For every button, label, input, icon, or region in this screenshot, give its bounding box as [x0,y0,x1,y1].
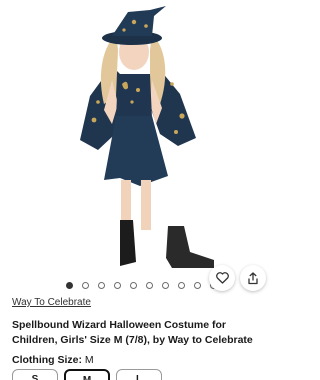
heart-icon [215,272,229,284]
cape-star [179,113,185,119]
carousel-dot[interactable] [98,281,105,289]
cape-star [91,117,97,123]
bodice [116,74,152,118]
hat-cone [112,6,166,36]
bodice-star [136,88,140,92]
bodice-star [130,100,134,104]
size-label: Clothing Size: [12,354,82,366]
size-option-row: Clothing Size: M [12,354,94,366]
size-option-l[interactable]: L [116,369,162,380]
carousel-dot[interactable] [114,281,121,289]
carousel-dot[interactable] [162,281,169,289]
share-icon [248,271,258,284]
hat-star [144,24,148,28]
carousel-dot[interactable] [82,281,89,289]
share-button[interactable] [240,265,266,291]
product-image[interactable] [0,0,285,272]
hat-star [122,28,126,32]
cape-star [174,130,178,134]
product-title: Spellbound Wizard Halloween Costume for … [12,319,253,346]
leg-right [141,180,151,230]
costume-illustration [80,6,214,268]
size-selector: S M L [12,369,162,380]
boot-right [166,226,214,268]
cape-star [170,82,174,86]
size-option-m[interactable]: M [64,369,110,380]
favorite-button[interactable] [209,265,235,291]
brand-link[interactable]: Way To Celebrate [12,297,91,308]
boot-left [120,220,136,266]
cape-star [96,100,100,104]
carousel-dot[interactable] [194,281,201,289]
carousel-dot[interactable] [66,281,73,289]
hat-star [131,19,137,25]
size-value: M [84,354,94,366]
size-option-s[interactable]: S [12,369,58,380]
carousel-dot[interactable] [178,281,185,289]
carousel-dot[interactable] [130,281,137,289]
image-carousel-dots [66,281,217,289]
carousel-dot[interactable] [146,281,153,289]
